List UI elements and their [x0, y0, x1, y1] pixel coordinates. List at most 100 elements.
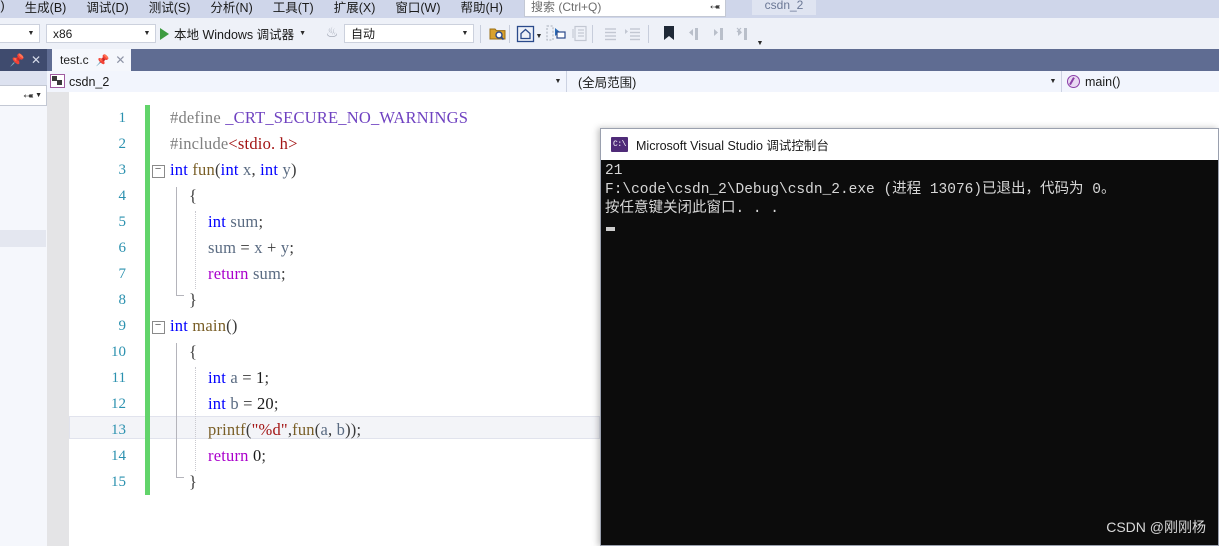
token-str: <stdio. h> [228, 134, 297, 153]
code-text[interactable]: return sum; [204, 264, 286, 284]
panel-tree-selected-row[interactable] [0, 230, 46, 247]
token-k: int [260, 160, 278, 179]
project-window-tab[interactable]: csdn_2 [752, 0, 816, 15]
line-number: 5 [69, 214, 134, 231]
console-title-bar[interactable]: C:\ Microsoft Visual Studio 调试控制台 [601, 129, 1218, 160]
menu-item-4[interactable]: 分析(N) [200, 0, 262, 16]
chevron-down-icon[interactable]: ▼ [534, 31, 544, 41]
token-pn: { [189, 342, 197, 361]
properties-window-icon[interactable] [568, 23, 590, 44]
line-number: 8 [69, 292, 134, 309]
tab-label: test.c [60, 53, 89, 67]
fun-block-bracket [176, 187, 177, 296]
menu-item-5[interactable]: 工具(T) [263, 0, 324, 16]
decrease-indent-icon [598, 23, 620, 44]
console-output[interactable]: 21F:\code\csdn_2\Debug\csdn_2.exe (进程 13… [601, 160, 1218, 546]
chevron-down-icon[interactable]: ▼ [35, 92, 42, 99]
debug-console-window[interactable]: C:\ Microsoft Visual Studio 调试控制台 21F:\c… [600, 128, 1219, 546]
token-num: 1 [256, 368, 264, 387]
token-k: int [170, 160, 188, 179]
code-text[interactable]: #include<stdio. h> [166, 134, 298, 154]
tab-test-c[interactable]: test.c 📌 ✕ [52, 49, 131, 71]
configuration-value: ug [0, 27, 23, 41]
code-text[interactable]: int fun(int x, int y) [166, 160, 297, 180]
code-text[interactable]: int main() [166, 316, 238, 336]
code-text[interactable]: } [185, 290, 197, 310]
menu-item-2[interactable]: 调试(D) [76, 0, 138, 16]
token-id: x [254, 238, 262, 257]
line-number: 10 [69, 344, 134, 361]
scope-selector-combo[interactable]: (全局范围) ▼ [568, 71, 1062, 92]
member-selector-combo[interactable]: main() [1063, 71, 1219, 92]
collapse-outline-icon[interactable]: − [150, 318, 166, 334]
auto-target-combo[interactable]: 自动 ▼ [344, 24, 474, 43]
chevron-down-icon[interactable]: ▼ [299, 30, 306, 37]
token-pn: ; [261, 446, 266, 465]
bookmark-icon[interactable] [658, 23, 680, 44]
panel-tree[interactable] [0, 106, 46, 546]
code-text[interactable]: return 0; [204, 446, 266, 466]
breakpoint-margin[interactable] [47, 92, 69, 546]
token-pn: () [226, 316, 237, 335]
change-indicator-bar [145, 339, 150, 365]
token-id: b [337, 420, 345, 439]
code-text[interactable]: printf("%d",fun(a, b)); [204, 420, 361, 440]
chevron-down-icon: ▼ [550, 78, 566, 85]
token-ctl: return [208, 446, 249, 465]
quick-search-box[interactable]: 搜索 (Ctrl+Q) ➸ [524, 0, 726, 17]
code-text[interactable]: { [185, 186, 197, 206]
token-k: int [170, 316, 188, 335]
close-icon[interactable]: ✕ [28, 51, 44, 69]
pin-icon[interactable]: 📌 [9, 51, 25, 69]
token-pp: #include [170, 134, 228, 153]
solution-explorer-home-icon[interactable] [514, 23, 536, 44]
menu-item-7[interactable]: 窗口(W) [385, 0, 450, 16]
project-selector-combo[interactable]: csdn_2 ▼ [47, 71, 567, 92]
line-number: 13 [69, 422, 134, 439]
panel-toolbar-band [0, 71, 47, 85]
panel-search-box[interactable]: ➸ ▼ [0, 85, 47, 106]
code-text[interactable]: } [185, 472, 197, 492]
code-text[interactable]: { [185, 342, 197, 362]
menu-item-1[interactable]: 生成(B) [15, 0, 77, 16]
code-text[interactable]: int b = 20; [204, 394, 279, 414]
line-number: 7 [69, 266, 134, 283]
indent-guide [195, 211, 197, 289]
chevron-down-icon: ▼ [139, 30, 155, 37]
token-pn: ) [291, 160, 297, 179]
toolbar-separator [480, 25, 481, 43]
console-line-2: 按任意键关闭此窗口. . . [605, 200, 1218, 219]
hot-reload-flame-icon[interactable]: ♨ [323, 23, 341, 42]
line-number: 4 [69, 188, 134, 205]
change-indicator-bar [145, 365, 150, 391]
menu-item-6[interactable]: 扩展(X) [324, 0, 386, 16]
solution-explorer-panel: 📌 ✕ ➸ ▼ [0, 49, 48, 546]
main-block-bracket [176, 343, 177, 478]
configuration-combo[interactable]: ug ▼ [0, 24, 40, 43]
start-debugging-button[interactable]: 本地 Windows 调试器 ▼ [160, 24, 306, 43]
close-icon[interactable]: ✕ [115, 53, 125, 67]
document-tab-strip: test.c 📌 ✕ [47, 49, 1219, 71]
menu-item-0[interactable]: (P) [0, 0, 15, 13]
pin-icon[interactable]: 📌 [96, 54, 110, 67]
code-text[interactable]: int a = 1; [204, 368, 269, 388]
overflow-chevron-icon[interactable]: ▼ [755, 38, 765, 48]
token-pn: ; [289, 238, 294, 257]
preview-selected-items-icon[interactable] [545, 23, 567, 44]
token-pn: = [236, 238, 254, 257]
chevron-down-icon: ▼ [457, 30, 473, 37]
change-indicator-bar [145, 235, 150, 261]
platform-combo[interactable]: x86 ▼ [46, 24, 156, 43]
line-number: 9 [69, 318, 134, 335]
token-pn: ; [274, 394, 279, 413]
menu-item-3[interactable]: 测试(S) [139, 0, 201, 16]
member-selector-value: main() [1083, 75, 1219, 89]
find-in-files-icon[interactable] [486, 23, 508, 44]
code-text[interactable]: sum = x + y; [204, 238, 294, 258]
change-indicator-bar [145, 469, 150, 495]
code-text[interactable]: int sum; [204, 212, 263, 232]
code-text[interactable]: #define _CRT_SECURE_NO_WARNINGS [166, 108, 468, 128]
collapse-outline-icon[interactable]: − [150, 162, 166, 178]
token-pn: } [189, 290, 197, 309]
menu-item-8[interactable]: 帮助(H) [451, 0, 513, 16]
